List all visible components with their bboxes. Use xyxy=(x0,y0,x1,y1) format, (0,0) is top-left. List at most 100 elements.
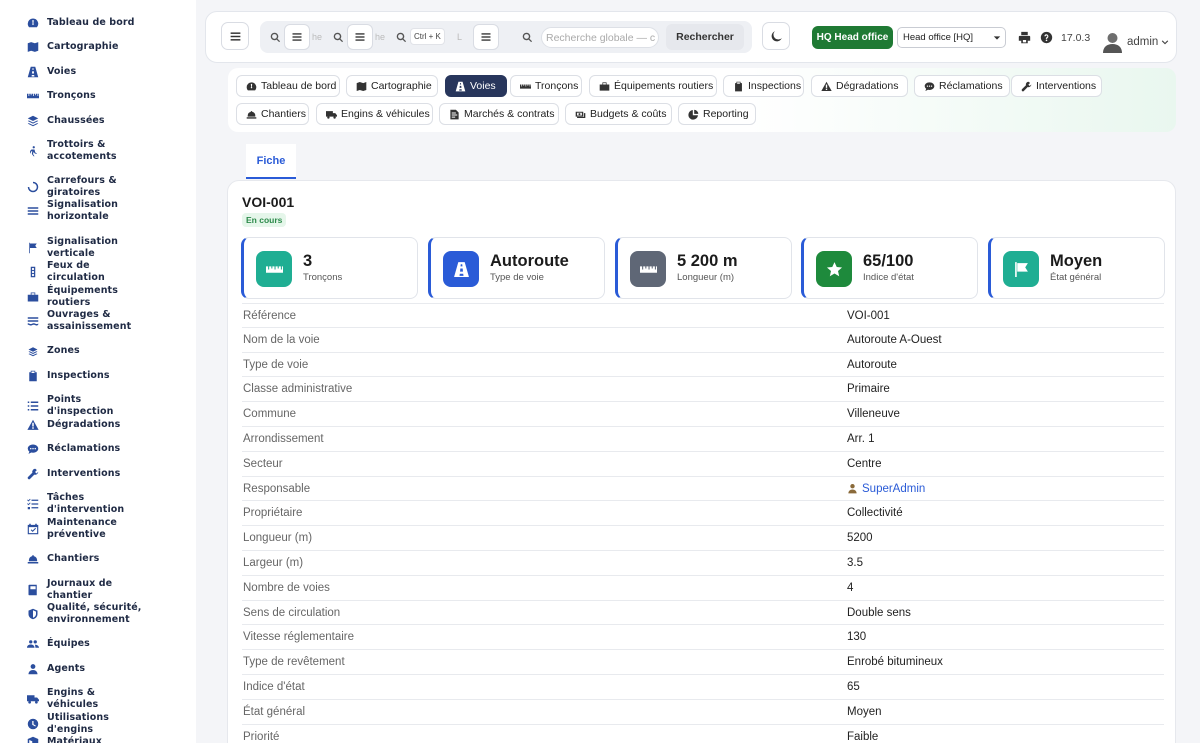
sidebar-item-quipements-routiers[interactable]: Équipements routiers xyxy=(0,285,196,309)
tab-fiche-label: Fiche xyxy=(256,154,286,167)
table-row: État général Moyen xyxy=(242,700,1164,725)
field-label: Indice d'état xyxy=(243,680,305,693)
sidebar-item-signalisation-horizontale[interactable]: Signalisation horizontale xyxy=(0,199,196,223)
sidebar-item-cartographie[interactable]: Cartographie xyxy=(0,41,196,53)
version-text: 17.0.3 xyxy=(1061,32,1091,44)
search-button[interactable]: Rechercher xyxy=(666,24,744,50)
ruler-icon xyxy=(630,251,666,287)
table-row: Référence VOI-001 xyxy=(242,303,1164,328)
nav-pill-quipements-routiers[interactable]: Équipements routiers xyxy=(589,75,717,97)
sidebar-item-agents[interactable]: Agents xyxy=(0,663,196,675)
sidebar-item-mat-riaux[interactable]: Matériaux xyxy=(0,736,196,743)
nav-pill-engins-v-hicules[interactable]: Engins & véhicules xyxy=(316,103,433,125)
sidebar-item-d-gradations[interactable]: Dégradations xyxy=(0,419,196,431)
menu-toggle-button[interactable] xyxy=(221,22,249,50)
sidebar-item-label: Tronçons xyxy=(47,90,96,101)
menu-button[interactable] xyxy=(284,24,310,50)
field-label: Commune xyxy=(243,408,297,421)
flag-icon xyxy=(1003,251,1039,287)
field-label: Type de voie xyxy=(243,358,309,371)
sidebar-item-label: Cartographie xyxy=(47,41,119,52)
field-value: Primaire xyxy=(847,383,890,396)
field-label: Responsable xyxy=(243,482,311,495)
sidebar-item-tron-ons[interactable]: Tronçons xyxy=(0,90,196,102)
company-badge[interactable]: HQ Head office xyxy=(812,26,893,49)
warning-icon xyxy=(27,419,39,431)
chevron-down-icon xyxy=(1161,38,1169,46)
sidebar-item-ouvrages-assainissement[interactable]: Ouvrages & assainissement xyxy=(0,309,196,333)
sidebar-item-utilisations-d-engins[interactable]: Utilisations d'engins xyxy=(0,712,196,736)
nav-pill-inspections[interactable]: Inspections xyxy=(723,75,804,97)
book-icon xyxy=(27,584,39,596)
search-icon xyxy=(522,25,533,49)
sidebar-item-carrefours-giratoires[interactable]: Carrefours & giratoires xyxy=(0,175,196,199)
sidebar-item-label: Voies xyxy=(47,66,77,77)
sidebar-item-tableau-de-bord[interactable]: Tableau de bord xyxy=(0,17,196,29)
table-row: Secteur Centre xyxy=(242,452,1164,477)
user-icon xyxy=(27,663,39,675)
field-value: Faible xyxy=(847,730,879,743)
global-search-input[interactable]: Recherche globale — c xyxy=(541,27,659,48)
nav-pill-tron-ons[interactable]: Tronçons xyxy=(510,75,582,97)
nav-pill-r-clamations[interactable]: Réclamations xyxy=(914,75,1010,97)
sidebar-item-r-clamations[interactable]: Réclamations xyxy=(0,443,196,455)
user-menu[interactable]: admin xyxy=(1127,36,1169,48)
sidebar-item-chauss-es[interactable]: Chaussées xyxy=(0,115,196,127)
sidebar-item-journaux-de-chantier[interactable]: Journaux de chantier xyxy=(0,578,196,602)
nav-pill-d-gradations[interactable]: Dégradations xyxy=(811,75,908,97)
nav-pill-budgets-co-ts[interactable]: Budgets & coûts xyxy=(565,103,672,125)
theme-toggle-button[interactable] xyxy=(762,22,790,50)
sidebar-item-trottoirs-accotements[interactable]: Trottoirs & accotements xyxy=(0,139,196,163)
table-row: Nombre de voies 4 xyxy=(242,576,1164,601)
nav-pill-chantiers[interactable]: Chantiers xyxy=(236,103,309,125)
sidebar-item-quipes[interactable]: Équipes xyxy=(0,638,196,650)
menu-button[interactable] xyxy=(347,24,373,50)
nav-pill-cartographie[interactable]: Cartographie xyxy=(346,75,438,97)
sidebar-item-maintenance-pr-ventive[interactable]: Maintenance préventive xyxy=(0,517,196,541)
sidebar-item-chantiers[interactable]: Chantiers xyxy=(0,553,196,565)
field-label: État général xyxy=(243,705,306,718)
print-icon[interactable] xyxy=(1018,31,1031,44)
sidebar-item-t-ches-d-intervention[interactable]: Tâches d'intervention xyxy=(0,492,196,516)
search-icon xyxy=(396,25,407,49)
tab-fiche[interactable]: Fiche xyxy=(246,144,296,179)
nav-pill-reporting[interactable]: Reporting xyxy=(678,103,756,125)
sidebar-item-label: Feux de circulation xyxy=(47,260,105,283)
sidebar-item-signalisation-verticale[interactable]: Signalisation verticale xyxy=(0,236,196,260)
nav-pill-voies[interactable]: Voies xyxy=(445,75,507,97)
sidebar-item-feux-de-circulation[interactable]: Feux de circulation xyxy=(0,260,196,284)
sidebar-item-voies[interactable]: Voies xyxy=(0,66,196,78)
sidebar-item-label: Carrefours & giratoires xyxy=(47,175,117,198)
water-icon xyxy=(27,315,39,327)
global-search-placeholder: Recherche globale — c xyxy=(546,32,656,44)
nav-pill-tableau-de-bord[interactable]: Tableau de bord xyxy=(236,75,340,97)
field-label: Nom de la voie xyxy=(243,333,320,346)
user-icon xyxy=(847,483,862,494)
sidebar-item-interventions[interactable]: Interventions xyxy=(0,468,196,480)
sidebar-item-zones[interactable]: Zones xyxy=(0,345,196,357)
sidebar-item-label: Réclamations xyxy=(47,443,121,454)
search-area: he he Ctrl + K L Recherche globale — c R… xyxy=(260,21,752,53)
company-select[interactable]: Head office [HQ] xyxy=(897,27,1006,48)
sidebar-item-points-d-inspection[interactable]: Points d'inspection xyxy=(0,394,196,418)
help-icon[interactable] xyxy=(1040,31,1053,44)
sidebar-item-qualit-s-curit-environnement[interactable]: Qualité, sécurité, environnement xyxy=(0,602,196,626)
sidebar-item-inspections[interactable]: Inspections xyxy=(0,370,196,382)
nav-pill-march-s-contrats[interactable]: Marchés & contrats xyxy=(439,103,559,125)
sidebar-item-label: Trottoirs & accotements xyxy=(47,139,117,162)
pie-icon xyxy=(688,109,703,120)
sidebar-item-engins-v-hicules[interactable]: Engins & véhicules xyxy=(0,687,196,711)
sidebar-item-label: Équipes xyxy=(47,638,90,649)
responsible-link[interactable]: SuperAdmin xyxy=(847,483,925,495)
truck-icon xyxy=(326,109,341,120)
table-row: Classe administrative Primaire xyxy=(242,377,1164,403)
clock-icon xyxy=(27,718,39,730)
sign-icon xyxy=(27,242,39,254)
field-label: Nombre de voies xyxy=(243,581,330,594)
hamburger-icon xyxy=(480,31,492,43)
nav-pill-interventions[interactable]: Interventions xyxy=(1011,75,1102,97)
nav-pill-label: Engins & véhicules xyxy=(341,108,430,120)
avatar[interactable] xyxy=(1102,31,1123,53)
calendar-check-icon xyxy=(27,523,39,535)
menu-button[interactable] xyxy=(473,24,499,50)
